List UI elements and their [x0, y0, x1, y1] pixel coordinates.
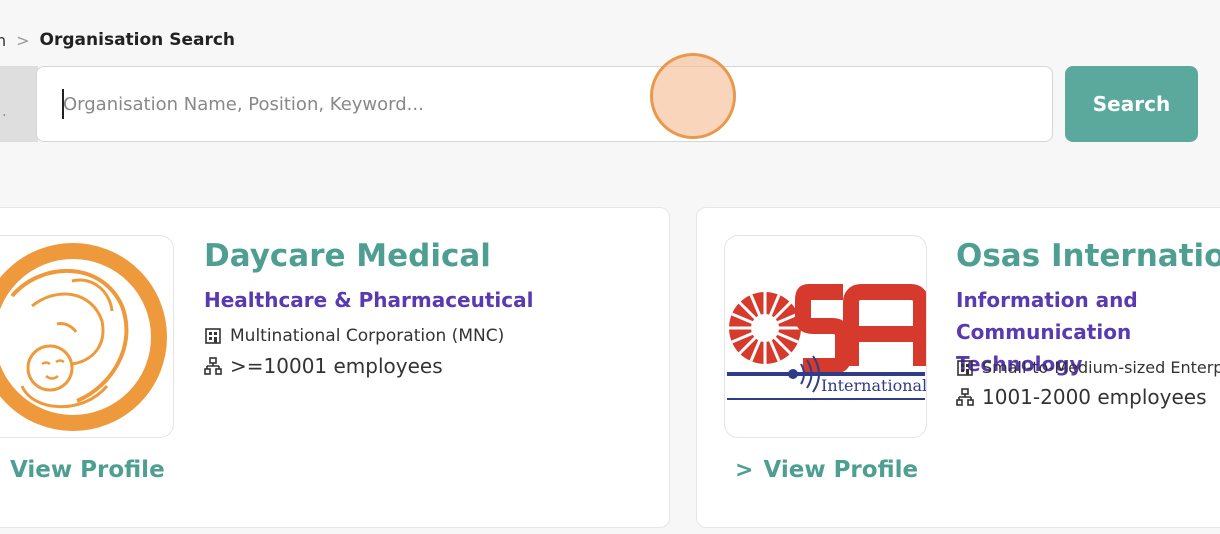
breadcrumb: n > Organisation Search — [0, 28, 235, 52]
organisation-card[interactable]: Daycare Medical Healthcare & Pharmaceuti… — [0, 207, 670, 528]
chevron-right-icon: > — [16, 30, 30, 50]
search-field[interactable] — [36, 66, 1053, 142]
employee-count: 1001-2000 employees — [956, 385, 1207, 409]
view-profile-link[interactable]: View Profile — [10, 457, 165, 483]
organisation-logo[interactable] — [0, 235, 174, 438]
company-type-label: Multinational Corporation (MNC) — [230, 326, 505, 346]
org-chart-icon — [956, 388, 974, 406]
employee-count: >=10001 employees — [204, 354, 443, 378]
org-chart-icon — [204, 357, 222, 375]
text-caret — [62, 89, 64, 119]
company-type: Small-to-Medium-sized Enterprise — [956, 358, 1220, 377]
organisation-industry: Healthcare & Pharmaceutical — [204, 288, 534, 312]
employee-count-label: 1001-2000 employees — [982, 385, 1207, 409]
chevron-right-icon: > — [735, 457, 754, 483]
search-bar: . Search — [0, 66, 1220, 142]
view-profile-label: View Profile — [10, 457, 165, 483]
osa-logo-text: International — [821, 376, 927, 395]
building-icon — [957, 359, 973, 376]
organisation-logo[interactable]: International — [724, 235, 927, 438]
view-profile-link[interactable]: > View Profile — [735, 457, 918, 483]
mother-and-baby-logo — [0, 243, 167, 431]
breadcrumb-previous[interactable]: n — [0, 31, 6, 50]
search-filter-tab[interactable]: . — [0, 66, 38, 142]
organisation-name[interactable]: Osas International — [956, 238, 1220, 274]
search-button[interactable]: Search — [1065, 66, 1198, 142]
building-icon — [205, 328, 221, 344]
organisation-card[interactable]: International Osas International Informa… — [696, 207, 1220, 528]
employee-count-label: >=10001 employees — [230, 354, 443, 378]
company-type: Multinational Corporation (MNC) — [204, 326, 504, 346]
organisation-name[interactable]: Daycare Medical — [204, 238, 491, 274]
osa-logo: International — [727, 284, 927, 400]
company-type-label: Small-to-Medium-sized Enterprise — [982, 358, 1220, 377]
view-profile-label: View Profile — [763, 457, 919, 483]
pointer-indicator — [650, 53, 736, 139]
breadcrumb-current: Organisation Search — [39, 30, 236, 50]
search-input[interactable] — [63, 84, 963, 124]
